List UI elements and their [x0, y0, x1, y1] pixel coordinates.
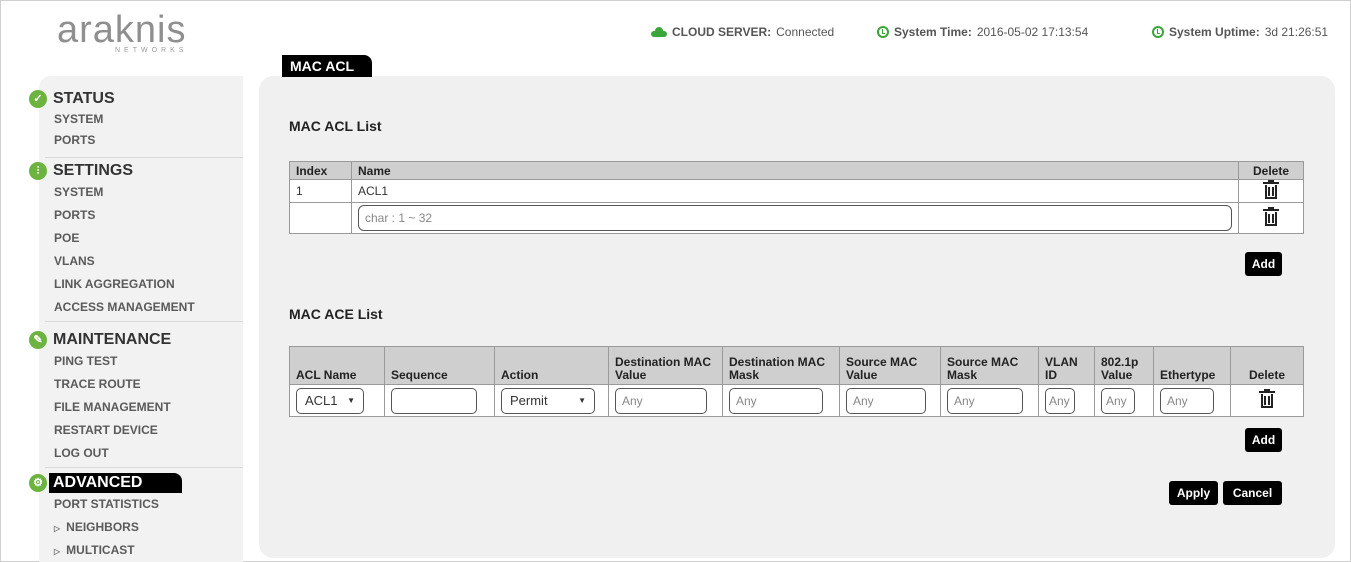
sidebar-item-multicast[interactable]: ▷ MULTICAST [43, 539, 182, 562]
column-header-acl-name: ACL Name [289, 346, 385, 385]
cloud-value: Connected [776, 25, 835, 39]
sidebar-heading-status[interactable]: ✓ STATUS [29, 89, 115, 109]
vlan-id-input[interactable]: Any [1045, 387, 1075, 414]
8021p-value-input[interactable]: Any [1101, 387, 1135, 414]
expand-triangle-icon: ▷ [54, 547, 61, 556]
uptime-value: 3d 21:26:51 [1264, 25, 1329, 39]
acl-index-cell: 1 [289, 179, 352, 203]
time-value: 2016-05-02 17:13:54 [976, 25, 1089, 39]
column-header-ethertype: Ethertype [1153, 346, 1231, 385]
sidebar-heading-settings[interactable]: ⫶ SETTINGS [29, 161, 195, 181]
clock-icon [877, 26, 889, 38]
dest-mac-mask-input[interactable]: Any [729, 387, 823, 414]
sidebar-item-access-management[interactable]: ACCESS MANAGEMENT [43, 296, 195, 319]
acl-name-cell: ACL1 [351, 179, 1239, 203]
column-header-delete: Delete [1238, 161, 1304, 180]
add-acl-button[interactable]: Add [1245, 252, 1282, 276]
mac-acl-list-title: MAC ACL List [289, 118, 382, 134]
dest-mac-value-input[interactable]: Any [615, 387, 707, 414]
sidebar-item-log-out[interactable]: LOG OUT [43, 442, 171, 465]
acl-name-select[interactable]: ACL1 ▼ [296, 387, 364, 414]
araknis-logo: araknis NETWORKS [57, 11, 197, 54]
column-header-action: Action [494, 346, 609, 385]
sidebar-section-status: ✓ STATUS SYSTEM PORTS [29, 89, 115, 151]
cloud-label: CLOUD SERVER: [672, 25, 772, 39]
ethertype-input[interactable]: Any [1160, 387, 1214, 414]
column-header-name: Name [351, 161, 1239, 180]
system-uptime: System Uptime: 3d 21:26:51 [1152, 25, 1328, 39]
expand-triangle-icon: ▷ [54, 524, 61, 533]
sidebar-item-link-aggregation[interactable]: LINK AGGREGATION [43, 273, 195, 296]
cancel-button[interactable]: Cancel [1223, 481, 1282, 505]
sliders-icon: ⫶ [29, 162, 47, 180]
sequence-input[interactable] [391, 387, 477, 414]
column-header-vlan-id: VLAN ID [1038, 346, 1095, 385]
sidebar-item-restart-device[interactable]: RESTART DEVICE [43, 419, 171, 442]
mac-ace-table: ACL Name Sequence Action Destination MAC… [289, 346, 1304, 417]
sidebar-divider [45, 467, 243, 468]
apply-button[interactable]: Apply [1169, 481, 1218, 505]
action-select[interactable]: Permit ▼ [501, 387, 595, 414]
system-time: System Time: 2016-05-02 17:13:54 [877, 25, 1088, 39]
sidebar-heading-maintenance[interactable]: ✎ MAINTENANCE [29, 330, 171, 350]
dropdown-arrow-icon: ▼ [578, 396, 586, 405]
column-header-delete: Delete [1230, 346, 1304, 385]
sidebar-divider [45, 157, 243, 158]
add-ace-button[interactable]: Add [1245, 428, 1282, 452]
delete-ace-trash-icon[interactable] [1259, 389, 1275, 408]
cloud-icon [651, 27, 667, 37]
sidebar-section-maintenance: ✎ MAINTENANCE PING TEST TRACE ROUTE FILE… [29, 330, 171, 465]
check-icon: ✓ [29, 90, 47, 108]
sidebar-section-settings: ⫶ SETTINGS SYSTEM PORTS POE VLANS LINK A… [29, 161, 195, 319]
delete-acl-trash-icon[interactable] [1263, 179, 1279, 199]
column-header-src-mac-value: Source MAC Value [839, 346, 941, 385]
column-header-dest-mac-mask: Destination MAC Mask [722, 346, 840, 385]
table-row: 1 ACL1 [289, 179, 1304, 203]
uptime-label: System Uptime: [1169, 25, 1260, 39]
sidebar-section-advanced: ⚙ ADVANCED PORT STATISTICS ▷ NEIGHBORS ▷ M… [29, 473, 183, 562]
mac-ace-list-title: MAC ACE List [289, 306, 383, 322]
logo-wordmark: araknis [57, 9, 187, 51]
cloud-status: CLOUD SERVER: Connected [651, 25, 834, 39]
sidebar-item-port-statistics[interactable]: PORT STATISTICS [43, 493, 182, 516]
sidebar-item-settings-ports[interactable]: PORTS [43, 204, 195, 227]
wrench-icon: ✎ [29, 331, 47, 349]
gear-icon: ⚙ [29, 474, 47, 492]
src-mac-value-input[interactable]: Any [846, 387, 926, 414]
sidebar-item-status-ports[interactable]: PORTS [43, 129, 115, 151]
sidebar-item-ping-test[interactable]: PING TEST [43, 350, 171, 373]
delete-new-acl-trash-icon[interactable] [1263, 206, 1279, 226]
table-row: ACL1 ▼ Permit ▼ Any Any Any Any Any Any … [289, 384, 1304, 417]
clock-icon [1152, 26, 1164, 38]
column-header-src-mac-mask: Source MAC Mask [940, 346, 1039, 385]
sidebar-heading-advanced[interactable]: ⚙ ADVANCED [29, 473, 183, 493]
src-mac-mask-input[interactable]: Any [947, 387, 1023, 414]
mac-acl-table: Index Name Delete 1 ACL1 char : 1 ~ 32 [289, 161, 1304, 234]
time-label: System Time: [894, 25, 972, 39]
dropdown-arrow-icon: ▼ [347, 396, 355, 405]
column-header-sequence: Sequence [384, 346, 495, 385]
sidebar-item-status-system[interactable]: SYSTEM [43, 109, 115, 129]
logo-subtitle: NETWORKS [115, 47, 188, 54]
sidebar-divider [45, 321, 243, 322]
column-header-dest-mac-value: Destination MAC Value [608, 346, 723, 385]
sidebar-item-vlans[interactable]: VLANS [43, 250, 195, 273]
page-tab-mac-acl: MAC ACL [282, 55, 373, 77]
column-header-index: Index [289, 161, 352, 180]
sidebar-item-trace-route[interactable]: TRACE ROUTE [43, 373, 171, 396]
sidebar-item-file-management[interactable]: FILE MANAGEMENT [43, 396, 171, 419]
sidebar-item-poe[interactable]: POE [43, 227, 195, 250]
column-header-8021p-value: 802.1p Value [1094, 346, 1154, 385]
new-acl-name-input[interactable]: char : 1 ~ 32 [358, 205, 1232, 231]
sidebar-item-neighbors[interactable]: ▷ NEIGHBORS [43, 516, 182, 539]
table-row-new: char : 1 ~ 32 [289, 202, 1304, 234]
sidebar-item-settings-system[interactable]: SYSTEM [43, 181, 195, 204]
